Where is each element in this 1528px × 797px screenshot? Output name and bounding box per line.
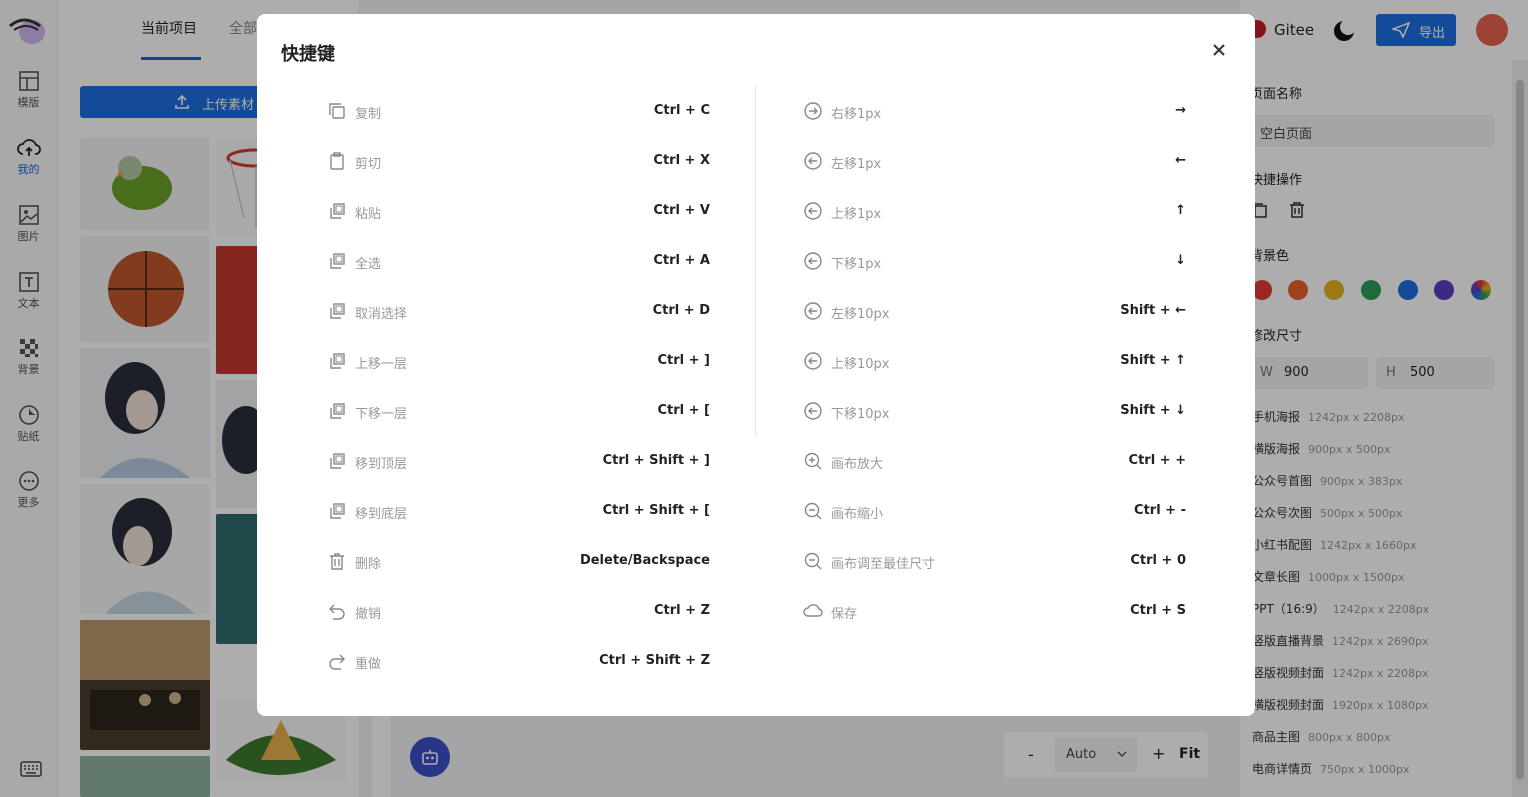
shortcut-row: 上移1px ↑ (803, 201, 1186, 222)
shortcut-label: 上移一层 (355, 357, 408, 372)
shortcut-row: 剪切 Ctrl + X (327, 151, 710, 172)
shortcut-label: 下移1px (831, 257, 882, 272)
shortcut-row: 移到顶层 Ctrl + Shift + ] (327, 451, 710, 472)
shortcut-label: 移到底层 (355, 507, 408, 522)
shortcut-label: 画布放大 (831, 457, 884, 472)
zoom-in-icon (804, 452, 822, 470)
shortcut-key: Ctrl + Z (654, 603, 710, 618)
shortcut-row: 下移1px ↓ (803, 251, 1186, 272)
shortcut-row: 下移一层 Ctrl + [ (327, 401, 710, 422)
shortcut-row: 粘贴 Ctrl + V (327, 201, 710, 222)
shortcut-key: Ctrl + A (653, 253, 710, 268)
shortcut-row: 画布调至最佳尺寸 Ctrl + 0 (803, 551, 1186, 572)
shortcut-key: Ctrl + - (1134, 503, 1186, 518)
layers-icon (330, 353, 345, 369)
layers-icon (330, 403, 345, 419)
layers-icon (330, 203, 345, 219)
shortcut-key: ← (1175, 153, 1186, 168)
shortcut-row: 移到底层 Ctrl + Shift + [ (327, 501, 710, 522)
redo-icon (329, 654, 345, 670)
shortcut-label: 粘贴 (355, 207, 382, 222)
shortcut-row: 取消选择 Ctrl + D (327, 301, 710, 322)
modal-title: 快捷键 (281, 44, 335, 65)
shortcut-key: Ctrl + Shift + [ (602, 503, 710, 518)
shortcut-key: Delete/Backspace (579, 553, 710, 568)
shortcut-row: 保存 Ctrl + S (803, 601, 1186, 622)
shortcut-label: 保存 (831, 607, 858, 622)
zoom-out-icon (804, 502, 822, 520)
shortcut-label: 撤销 (355, 607, 382, 622)
shortcut-key: Ctrl + X (653, 153, 710, 168)
shortcut-row: 删除 Delete/Backspace (327, 551, 710, 572)
shortcut-row: 上移一层 Ctrl + ] (327, 351, 710, 372)
shortcut-row: 重做 Ctrl + Shift + Z (327, 651, 710, 672)
shortcut-row: 左移10px Shift + ← (803, 301, 1186, 322)
undo-icon (329, 604, 345, 620)
cloud-save-icon (803, 604, 823, 617)
shortcut-key: Ctrl + D (652, 303, 710, 318)
shortcut-label: 重做 (355, 657, 382, 672)
close-icon[interactable] (1209, 40, 1229, 60)
arrow-circle-right-icon (804, 102, 822, 120)
shortcut-label: 剪切 (355, 157, 382, 172)
shortcut-row: 右移1px → (803, 101, 1186, 122)
shortcut-key: Shift + ← (1120, 303, 1186, 318)
shortcut-label: 上移1px (831, 207, 882, 222)
arrow-circle-left-icon (804, 302, 822, 320)
shortcut-key: Ctrl + Shift + Z (599, 653, 710, 668)
shortcut-key: ↑ (1175, 203, 1186, 218)
shortcut-key: Ctrl + V (653, 203, 710, 218)
copy-icon (329, 103, 345, 119)
shortcut-label: 左移1px (831, 157, 882, 172)
shortcut-key: Ctrl + S (1130, 603, 1186, 618)
shortcut-key: Ctrl + Shift + ] (602, 453, 710, 468)
shortcut-key: Ctrl + + (1128, 453, 1186, 468)
shortcut-label: 右移1px (831, 107, 882, 122)
arrow-circle-left-icon (804, 402, 822, 420)
shortcut-label: 下移一层 (355, 407, 408, 422)
shortcut-row: 左移1px ← (803, 151, 1186, 172)
clipboard-icon (330, 152, 344, 170)
shortcut-label: 上移10px (831, 357, 890, 372)
zoom-out-icon (804, 552, 822, 570)
shortcut-row: 上移10px Shift + ↑ (803, 351, 1186, 372)
shortcuts-modal: 快捷键 复制 Ctrl + C 剪切 Ctrl + X 粘贴 Ctrl + V 全选 Ctrl… (257, 14, 1255, 716)
shortcut-key: Shift + ↓ (1120, 403, 1186, 418)
shortcut-label: 画布调至最佳尺寸 (831, 557, 936, 572)
shortcut-row: 画布缩小 Ctrl + - (803, 501, 1186, 522)
shortcut-label: 左移10px (831, 307, 890, 322)
shortcut-key: Shift + ↑ (1120, 353, 1186, 368)
layers-icon (330, 253, 345, 269)
shortcut-row: 复制 Ctrl + C (327, 101, 710, 122)
shortcut-key: → (1175, 103, 1186, 118)
shortcut-label: 画布缩小 (831, 507, 884, 522)
shortcut-row: 全选 Ctrl + A (327, 251, 710, 272)
shortcut-row: 撤销 Ctrl + Z (327, 601, 710, 622)
shortcut-row: 画布放大 Ctrl + + (803, 451, 1186, 472)
shortcut-label: 复制 (355, 107, 382, 122)
shortcut-key: Ctrl + 0 (1130, 553, 1186, 568)
shortcut-label: 下移10px (831, 407, 890, 422)
trash-icon (330, 553, 344, 570)
shortcut-label: 取消选择 (355, 307, 408, 322)
arrow-circle-left-icon (804, 352, 822, 370)
shortcut-key: Ctrl + C (653, 103, 710, 118)
arrow-circle-left-icon (804, 252, 822, 270)
layers-icon (330, 503, 345, 519)
shortcut-key: Ctrl + ] (657, 353, 710, 368)
layers-icon (330, 303, 345, 319)
shortcut-label: 全选 (355, 257, 382, 272)
shortcut-key: Ctrl + [ (657, 403, 710, 418)
shortcut-row: 下移10px Shift + ↓ (803, 401, 1186, 422)
layers-icon (330, 453, 345, 469)
arrow-circle-left-icon (804, 152, 822, 170)
arrow-circle-left-icon (804, 202, 822, 220)
shortcut-key: ↓ (1175, 253, 1186, 268)
column-divider (755, 86, 756, 436)
shortcut-label: 移到顶层 (355, 457, 408, 472)
shortcut-label: 删除 (355, 557, 382, 572)
